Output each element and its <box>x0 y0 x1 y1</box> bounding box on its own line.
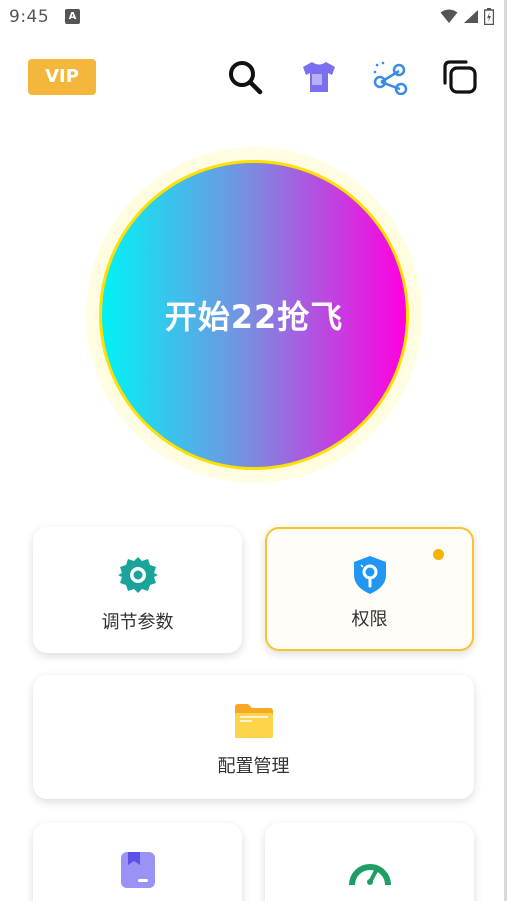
shield-key-icon <box>353 556 386 594</box>
notification-app-icon: A <box>65 9 80 24</box>
share-button[interactable] <box>370 57 410 97</box>
bookmark-icon <box>120 852 155 888</box>
tshirt-icon <box>303 62 335 92</box>
theme-button[interactable] <box>299 57 339 97</box>
speedometer-icon <box>348 864 391 886</box>
wifi-icon <box>440 9 458 23</box>
adjust-params-label: 调节参数 <box>101 612 174 633</box>
copy-icon <box>443 60 477 94</box>
copy-button[interactable] <box>440 57 480 97</box>
status-time: 9:45 <box>9 7 50 27</box>
share-icon <box>373 61 408 95</box>
status-bar: 9:45 A <box>0 0 504 34</box>
gear-icon <box>117 557 158 593</box>
config-manage-card[interactable]: 配置管理 <box>33 675 474 799</box>
start-label: 开始22抢飞 <box>164 298 344 336</box>
search-icon <box>229 61 263 95</box>
signal-icon <box>464 10 478 23</box>
toolbar: VIP <box>0 52 504 102</box>
config-manage-label: 配置管理 <box>217 756 290 777</box>
vip-button[interactable]: VIP <box>28 59 96 95</box>
status-indicators <box>440 8 494 25</box>
battery-icon <box>484 8 494 25</box>
search-button[interactable] <box>225 57 265 97</box>
adjust-params-card[interactable]: 调节参数 <box>33 527 242 653</box>
permission-card[interactable]: 权限 <box>265 527 474 651</box>
start-button[interactable]: 开始22抢飞 <box>99 160 409 470</box>
permission-label: 权限 <box>351 609 388 630</box>
folder-icon <box>234 704 273 738</box>
notice-dot <box>433 549 444 560</box>
speed-card[interactable] <box>265 823 474 901</box>
bookmark-card[interactable] <box>33 823 242 901</box>
